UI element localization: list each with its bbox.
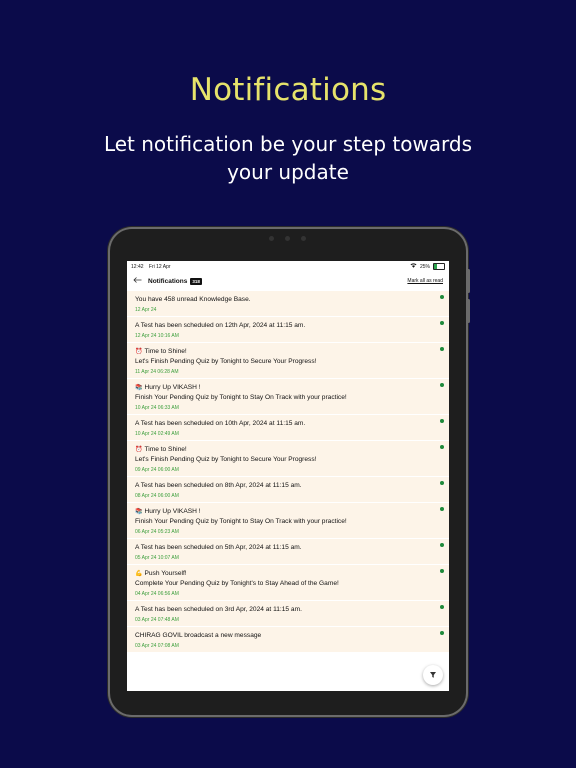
battery-percent: 25% <box>419 263 430 270</box>
notification-title: A Test has been scheduled on 3rd Apr, 20… <box>135 606 302 613</box>
notification-date: 06 Apr 24 05:23 AM <box>135 529 179 535</box>
notification-title: Time to Shine! <box>144 348 187 355</box>
camera-dot <box>269 236 274 241</box>
notification-date: 04 Apr 24 06:56 AM <box>135 591 179 597</box>
notification-date: 03 Apr 24 07:08 AM <box>135 643 179 649</box>
unread-count-badge: 318 <box>190 277 202 285</box>
notification-body: Let's Finish Pending Quiz by Tonight to … <box>135 456 317 463</box>
arrow-left-icon[interactable] <box>133 276 142 286</box>
status-date: Fri 12 Apr <box>148 263 171 270</box>
notification-emoji: 📚 <box>135 385 143 391</box>
hero-subtitle: Let notification be your step towards yo… <box>103 132 473 184</box>
notification-item[interactable]: You have 458 unread Knowledge Base. 12 Ap… <box>127 291 449 317</box>
notification-title-line: ⏰ Time to Shine! <box>135 445 433 455</box>
camera-lens <box>285 236 290 241</box>
unread-dot-icon <box>440 605 444 609</box>
unread-dot-icon <box>440 295 444 299</box>
notification-title: CHIRAG GOVIL broadcast a new message <box>135 632 262 639</box>
app-screen: 12:42 Fri 12 Apr 25% Notifications 318 M… <box>127 261 449 691</box>
notification-item[interactable]: CHIRAG GOVIL broadcast a new message 03 A… <box>127 627 449 653</box>
notification-body: Finish Your Pending Quiz by Tonight to S… <box>135 394 347 401</box>
notification-title-line: A Test has been scheduled on 3rd Apr, 20… <box>135 605 433 614</box>
filter-icon <box>430 672 436 678</box>
volume-down-button <box>467 299 470 323</box>
notification-emoji: ⏰ <box>135 447 143 453</box>
notification-date: 12 Apr 24 <box>135 307 157 313</box>
notification-date: 05 Apr 24 10:07 AM <box>135 555 179 561</box>
tablet-frame: 12:42 Fri 12 Apr 25% Notifications 318 M… <box>110 229 470 715</box>
notification-body: Finish Your Pending Quiz by Tonight to S… <box>135 518 347 525</box>
notification-title: You have 458 unread Knowledge Base. <box>135 296 251 303</box>
notification-emoji: 📚 <box>135 509 143 515</box>
notification-title: A Test has been scheduled on 12th Apr, 2… <box>135 322 306 329</box>
page-title: Notifications <box>148 277 188 285</box>
notification-date: 10 Apr 24 02:49 AM <box>135 431 179 437</box>
filter-button[interactable] <box>423 665 443 685</box>
notification-item[interactable]: A Test has been scheduled on 3rd Apr, 20… <box>127 601 449 627</box>
status-bar: 12:42 Fri 12 Apr 25% <box>127 262 449 271</box>
notification-item[interactable]: ⏰ Time to Shine! Let's Finish Pending Quiz… <box>127 441 449 477</box>
notification-list[interactable]: You have 458 unread Knowledge Base. 12 Ap… <box>127 291 449 691</box>
notification-item[interactable]: ⏰ Time to Shine! Let's Finish Pending Quiz… <box>127 343 449 379</box>
unread-dot-icon <box>440 321 444 325</box>
notification-title-line: ⏰ Time to Shine! <box>135 347 433 357</box>
notification-title-line: 📚 Hurry Up VIKASH ! <box>135 383 433 393</box>
app-header: Notifications 318 Mark all as read <box>127 271 449 292</box>
hero-title: Notifications <box>189 72 387 108</box>
notification-emoji: ⏰ <box>135 349 143 355</box>
unread-dot-icon <box>440 569 444 573</box>
notification-title: A Test has been scheduled on 5th Apr, 20… <box>135 544 302 551</box>
battery-fill <box>434 264 437 269</box>
notification-title-line: A Test has been scheduled on 8th Apr, 20… <box>135 481 433 490</box>
unread-dot-icon <box>440 347 444 351</box>
mark-all-read-link[interactable]: Mark all as read <box>407 278 443 284</box>
notification-date: 09 Apr 24 06:00 AM <box>135 467 179 473</box>
notification-item[interactable]: A Test has been scheduled on 10th Apr, 2… <box>127 415 449 441</box>
notification-title-line: 💪 Push Yourself! <box>135 569 433 579</box>
unread-dot-icon <box>440 419 444 423</box>
notification-title: Time to Shine! <box>144 446 187 453</box>
notification-title-line: A Test has been scheduled on 12th Apr, 2… <box>135 321 433 330</box>
unread-dot-icon <box>440 383 444 387</box>
notification-item[interactable]: 💪 Push Yourself! Complete Your Pending Qui… <box>127 565 449 601</box>
notification-date: 03 Apr 24 07:48 AM <box>135 617 179 623</box>
notification-title-line: You have 458 unread Knowledge Base. <box>135 295 433 304</box>
notification-emoji: 💪 <box>135 571 143 577</box>
notification-title: Push Yourself! <box>144 570 187 577</box>
notification-date: 10 Apr 24 06:33 AM <box>135 405 179 411</box>
notification-body: Complete Your Pending Quiz by Tonight's … <box>135 580 339 587</box>
battery-icon <box>433 263 445 270</box>
notification-item[interactable]: 📚 Hurry Up VIKASH ! Finish Your Pending Qu… <box>127 379 449 415</box>
unread-dot-icon <box>440 543 444 547</box>
volume-up-button <box>467 269 470 293</box>
status-time: 12:42 <box>131 263 144 270</box>
unread-dot-icon <box>440 631 444 635</box>
notification-item[interactable]: A Test has been scheduled on 8th Apr, 20… <box>127 477 449 503</box>
notification-title: A Test has been scheduled on 8th Apr, 20… <box>135 482 302 489</box>
notification-title-line: 📚 Hurry Up VIKASH ! <box>135 507 433 517</box>
notification-item[interactable]: A Test has been scheduled on 12th Apr, 2… <box>127 317 449 343</box>
notification-item[interactable]: A Test has been scheduled on 5th Apr, 20… <box>127 539 449 565</box>
notification-body: Let's Finish Pending Quiz by Tonight to … <box>135 358 317 365</box>
notification-date: 12 Apr 24 10:16 AM <box>135 333 179 339</box>
notification-title: A Test has been scheduled on 10th Apr, 2… <box>135 420 306 427</box>
wifi-icon <box>410 263 417 270</box>
notification-item[interactable]: 📚 Hurry Up VIKASH ! Finish Your Pending Qu… <box>127 503 449 539</box>
notification-title-line: A Test has been scheduled on 5th Apr, 20… <box>135 543 433 552</box>
notification-title: Hurry Up VIKASH ! <box>144 508 201 515</box>
notification-date: 11 Apr 24 06:28 AM <box>135 369 179 375</box>
unread-dot-icon <box>440 481 444 485</box>
notification-title: Hurry Up VIKASH ! <box>144 384 201 391</box>
notification-title-line: A Test has been scheduled on 10th Apr, 2… <box>135 419 433 428</box>
sensor-dot <box>301 236 306 241</box>
notification-date: 08 Apr 24 06:00 AM <box>135 493 179 499</box>
unread-dot-icon <box>440 445 444 449</box>
unread-dot-icon <box>440 507 444 511</box>
notification-title-line: CHIRAG GOVIL broadcast a new message <box>135 631 433 640</box>
